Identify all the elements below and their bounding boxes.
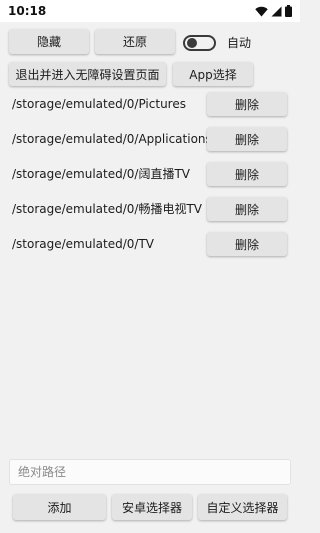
delete-button[interactable]: 删除 <box>207 92 287 116</box>
restore-button[interactable]: 还原 <box>95 29 175 54</box>
hide-button[interactable]: 隐藏 <box>9 29 89 54</box>
path-text: /storage/emulated/0/阔直播TV <box>12 167 191 181</box>
toggle-knob <box>187 38 197 48</box>
list-item: /storage/emulated/0/Pictures 删除 <box>0 92 300 116</box>
custom-picker-button[interactable]: 自定义选择器 <box>198 494 287 520</box>
cellular-signal-icon <box>271 6 282 16</box>
delete-button[interactable]: 删除 <box>207 197 287 221</box>
path-text: /storage/emulated/0/Pictures <box>12 97 186 111</box>
auto-label: 自动 <box>227 36 252 50</box>
status-bar: 10:18 <box>0 0 300 22</box>
list-item: /storage/emulated/0/TV 删除 <box>0 232 300 256</box>
path-text: /storage/emulated/0/TV <box>12 237 155 251</box>
path-text: /storage/emulated/0/Applications <box>12 132 212 146</box>
delete-button[interactable]: 删除 <box>207 162 287 186</box>
add-button[interactable]: 添加 <box>13 494 106 520</box>
android-picker-button[interactable]: 安卓选择器 <box>112 494 192 520</box>
exit-to-accessibility-settings-button[interactable]: 退出并进入无障碍设置页面 <box>9 62 166 86</box>
wifi-icon <box>255 6 268 16</box>
status-icons <box>255 5 292 17</box>
absolute-path-input[interactable] <box>10 460 290 484</box>
list-item: /storage/emulated/0/阔直播TV 删除 <box>0 162 300 186</box>
path-text: /storage/emulated/0/畅播电视TV <box>12 202 203 216</box>
status-time: 10:18 <box>8 4 47 18</box>
app-select-button[interactable]: App选择 <box>173 62 253 86</box>
battery-icon <box>285 5 292 17</box>
list-item: /storage/emulated/0/Applications 删除 <box>0 127 300 151</box>
path-input-container <box>9 459 291 485</box>
delete-button[interactable]: 删除 <box>207 127 287 151</box>
auto-toggle[interactable] <box>183 35 216 51</box>
list-item: /storage/emulated/0/畅播电视TV 删除 <box>0 197 300 221</box>
delete-button[interactable]: 删除 <box>207 232 287 256</box>
